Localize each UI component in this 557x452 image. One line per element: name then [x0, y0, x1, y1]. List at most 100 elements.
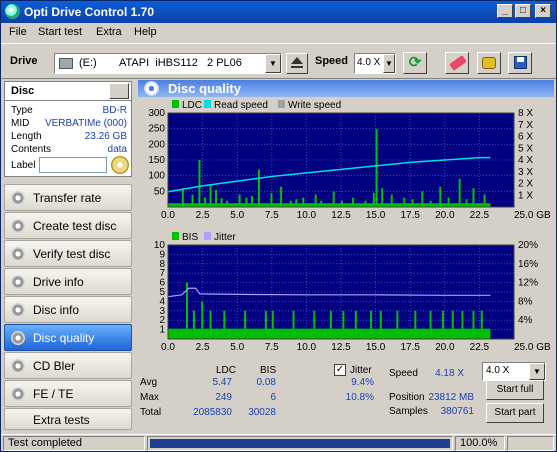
- x-tick-label: 25.0 GB: [514, 342, 551, 353]
- bis-bar: [354, 310, 357, 339]
- y2-tick-label: 20%: [518, 240, 538, 251]
- drive-select[interactable]: (E:) ATAPI iHBS112 2 PL06 ▼: [54, 53, 282, 74]
- nav-cd-bler[interactable]: CD Bler: [4, 352, 132, 379]
- legend-label: BIS: [182, 232, 198, 243]
- x-tick-label: 17.5: [400, 342, 420, 353]
- x-tick-label: 20.0: [435, 210, 455, 221]
- bis-bar: [396, 310, 399, 339]
- ldc-bar: [198, 160, 201, 207]
- chevron-down-icon[interactable]: ▼: [529, 363, 545, 380]
- disc-label-icon[interactable]: [111, 156, 129, 174]
- bis-bar: [271, 310, 274, 339]
- total-bis: 30028: [248, 407, 276, 418]
- ldc-bar: [465, 199, 468, 207]
- type-value: BD-R: [102, 105, 127, 116]
- x-tick-label: 7.5: [265, 210, 279, 221]
- test-speed-select[interactable]: 4.0 X ▼: [482, 362, 546, 381]
- chevron-down-icon[interactable]: ▼: [383, 54, 395, 73]
- close-button[interactable]: ×: [535, 4, 551, 18]
- ldc-bar: [341, 200, 343, 207]
- erase-icon[interactable]: [445, 52, 469, 74]
- x-tick-label: 0.0: [161, 342, 175, 353]
- nav-create-test-disc[interactable]: Create test disc: [4, 212, 132, 239]
- bis-chart: BIS Jitter 0.0 2.5 5.0 7.5 10.0 12.5 15.0 17.5 20.…: [154, 232, 551, 353]
- samples-value: 380761: [440, 406, 474, 417]
- bis-bar: [292, 310, 295, 339]
- ldc-bar: [270, 192, 273, 207]
- ldc-bar: [238, 194, 241, 207]
- start-part-button[interactable]: Start part: [486, 403, 544, 423]
- ldc-bar: [421, 191, 424, 207]
- speed-select[interactable]: 4.0 X ▼: [354, 53, 396, 74]
- nav-disc-quality[interactable]: Disc quality: [4, 324, 132, 351]
- nav-drive-info[interactable]: Drive info: [4, 268, 132, 295]
- ldc-bar: [181, 188, 184, 207]
- speed-label: Speed: [315, 55, 349, 67]
- drive-label: Drive: [10, 55, 38, 67]
- ldc-bar: [332, 191, 335, 207]
- legend-swatch: [278, 100, 285, 108]
- ldc-chart: LDC Read speed Write speed 0.0 2.5 5.0 7.5 10.0…: [148, 100, 551, 221]
- ldc-bar: [215, 189, 218, 207]
- disc-info-box: Type BD-R MID VERBATIMe (000) Length 23.…: [4, 101, 132, 177]
- nav-transfer-rate[interactable]: Transfer rate: [4, 184, 132, 211]
- total-ldc: 2085830: [193, 407, 232, 418]
- nav-fe-te[interactable]: FE / TE: [4, 380, 132, 407]
- y-tick-label: 250: [148, 124, 165, 135]
- legend-label: LDC: [182, 100, 202, 111]
- ldc-bar: [226, 200, 229, 207]
- x-tick-label: 12.5: [331, 210, 351, 221]
- nav-disc-info[interactable]: Disc info: [4, 296, 132, 323]
- x-tick-label: 15.0: [366, 342, 386, 353]
- label-input[interactable]: [39, 157, 107, 173]
- disc-quality-icon: [144, 81, 159, 96]
- ldc-bar: [483, 194, 486, 207]
- legend-label: Jitter: [214, 232, 236, 243]
- ldc-bar: [295, 199, 298, 207]
- save-icon[interactable]: [508, 52, 532, 74]
- x-tick-label: 25.0 GB: [514, 210, 551, 221]
- start-full-button[interactable]: Start full: [486, 380, 544, 400]
- bis-bar: [264, 310, 267, 339]
- ldc-bar: [390, 194, 393, 207]
- nav-verify-test-disc[interactable]: Verify test disc: [4, 240, 132, 267]
- menu-start-test[interactable]: Start test: [38, 26, 82, 38]
- eject-button[interactable]: [286, 53, 308, 74]
- bis-bar: [342, 310, 345, 339]
- drive-icon: [59, 58, 73, 69]
- y2-tick-label: 4%: [518, 315, 533, 326]
- ldc-bar: [364, 200, 367, 207]
- length-value: 23.26 GB: [84, 131, 127, 142]
- ldc-bar: [302, 197, 305, 207]
- minimize-button[interactable]: _: [497, 4, 513, 18]
- x-tick-label: 17.5: [400, 210, 420, 221]
- disc-icon: [11, 247, 25, 261]
- menu-file[interactable]: File: [9, 26, 27, 38]
- contents-label: Contents: [11, 144, 52, 155]
- x-tick-label: 10.0: [297, 342, 317, 353]
- menu-help[interactable]: Help: [134, 26, 157, 38]
- disc-quality-panel: Disc quality LDC Read speed Write speed 0.0…: [138, 80, 554, 434]
- y2-tick-label: 2 X: [518, 179, 533, 190]
- settings-icon[interactable]: [477, 52, 501, 74]
- refresh-icon[interactable]: ⟳: [403, 52, 427, 74]
- panel-header: Disc quality: [138, 80, 554, 97]
- maximize-button[interactable]: □: [515, 4, 531, 18]
- disc-panel-header: Disc: [4, 81, 132, 101]
- title-bar: Opti Drive Control 1.70 _ □ ×: [1, 1, 556, 23]
- disc-panel-toggle[interactable]: [109, 83, 129, 99]
- y-tick-label: 200: [148, 139, 165, 150]
- ldc-bar: [251, 196, 254, 207]
- chevron-down-icon[interactable]: ▼: [265, 54, 281, 73]
- jitter-checkbox[interactable]: ✓: [334, 364, 346, 376]
- eject-icon: [291, 57, 303, 64]
- ldc-bar: [403, 197, 406, 207]
- menu-extra[interactable]: Extra: [96, 26, 122, 38]
- ldc-bar: [220, 198, 223, 207]
- legend-label: Write speed: [288, 100, 341, 111]
- speed-stat-value: 4.18 X: [435, 368, 464, 379]
- y2-tick-label: 6 X: [518, 132, 533, 143]
- nav-extra-tests[interactable]: Extra tests: [4, 408, 132, 430]
- y-tick-label: 150: [148, 155, 165, 166]
- avg-ldc: 5.47: [212, 377, 232, 388]
